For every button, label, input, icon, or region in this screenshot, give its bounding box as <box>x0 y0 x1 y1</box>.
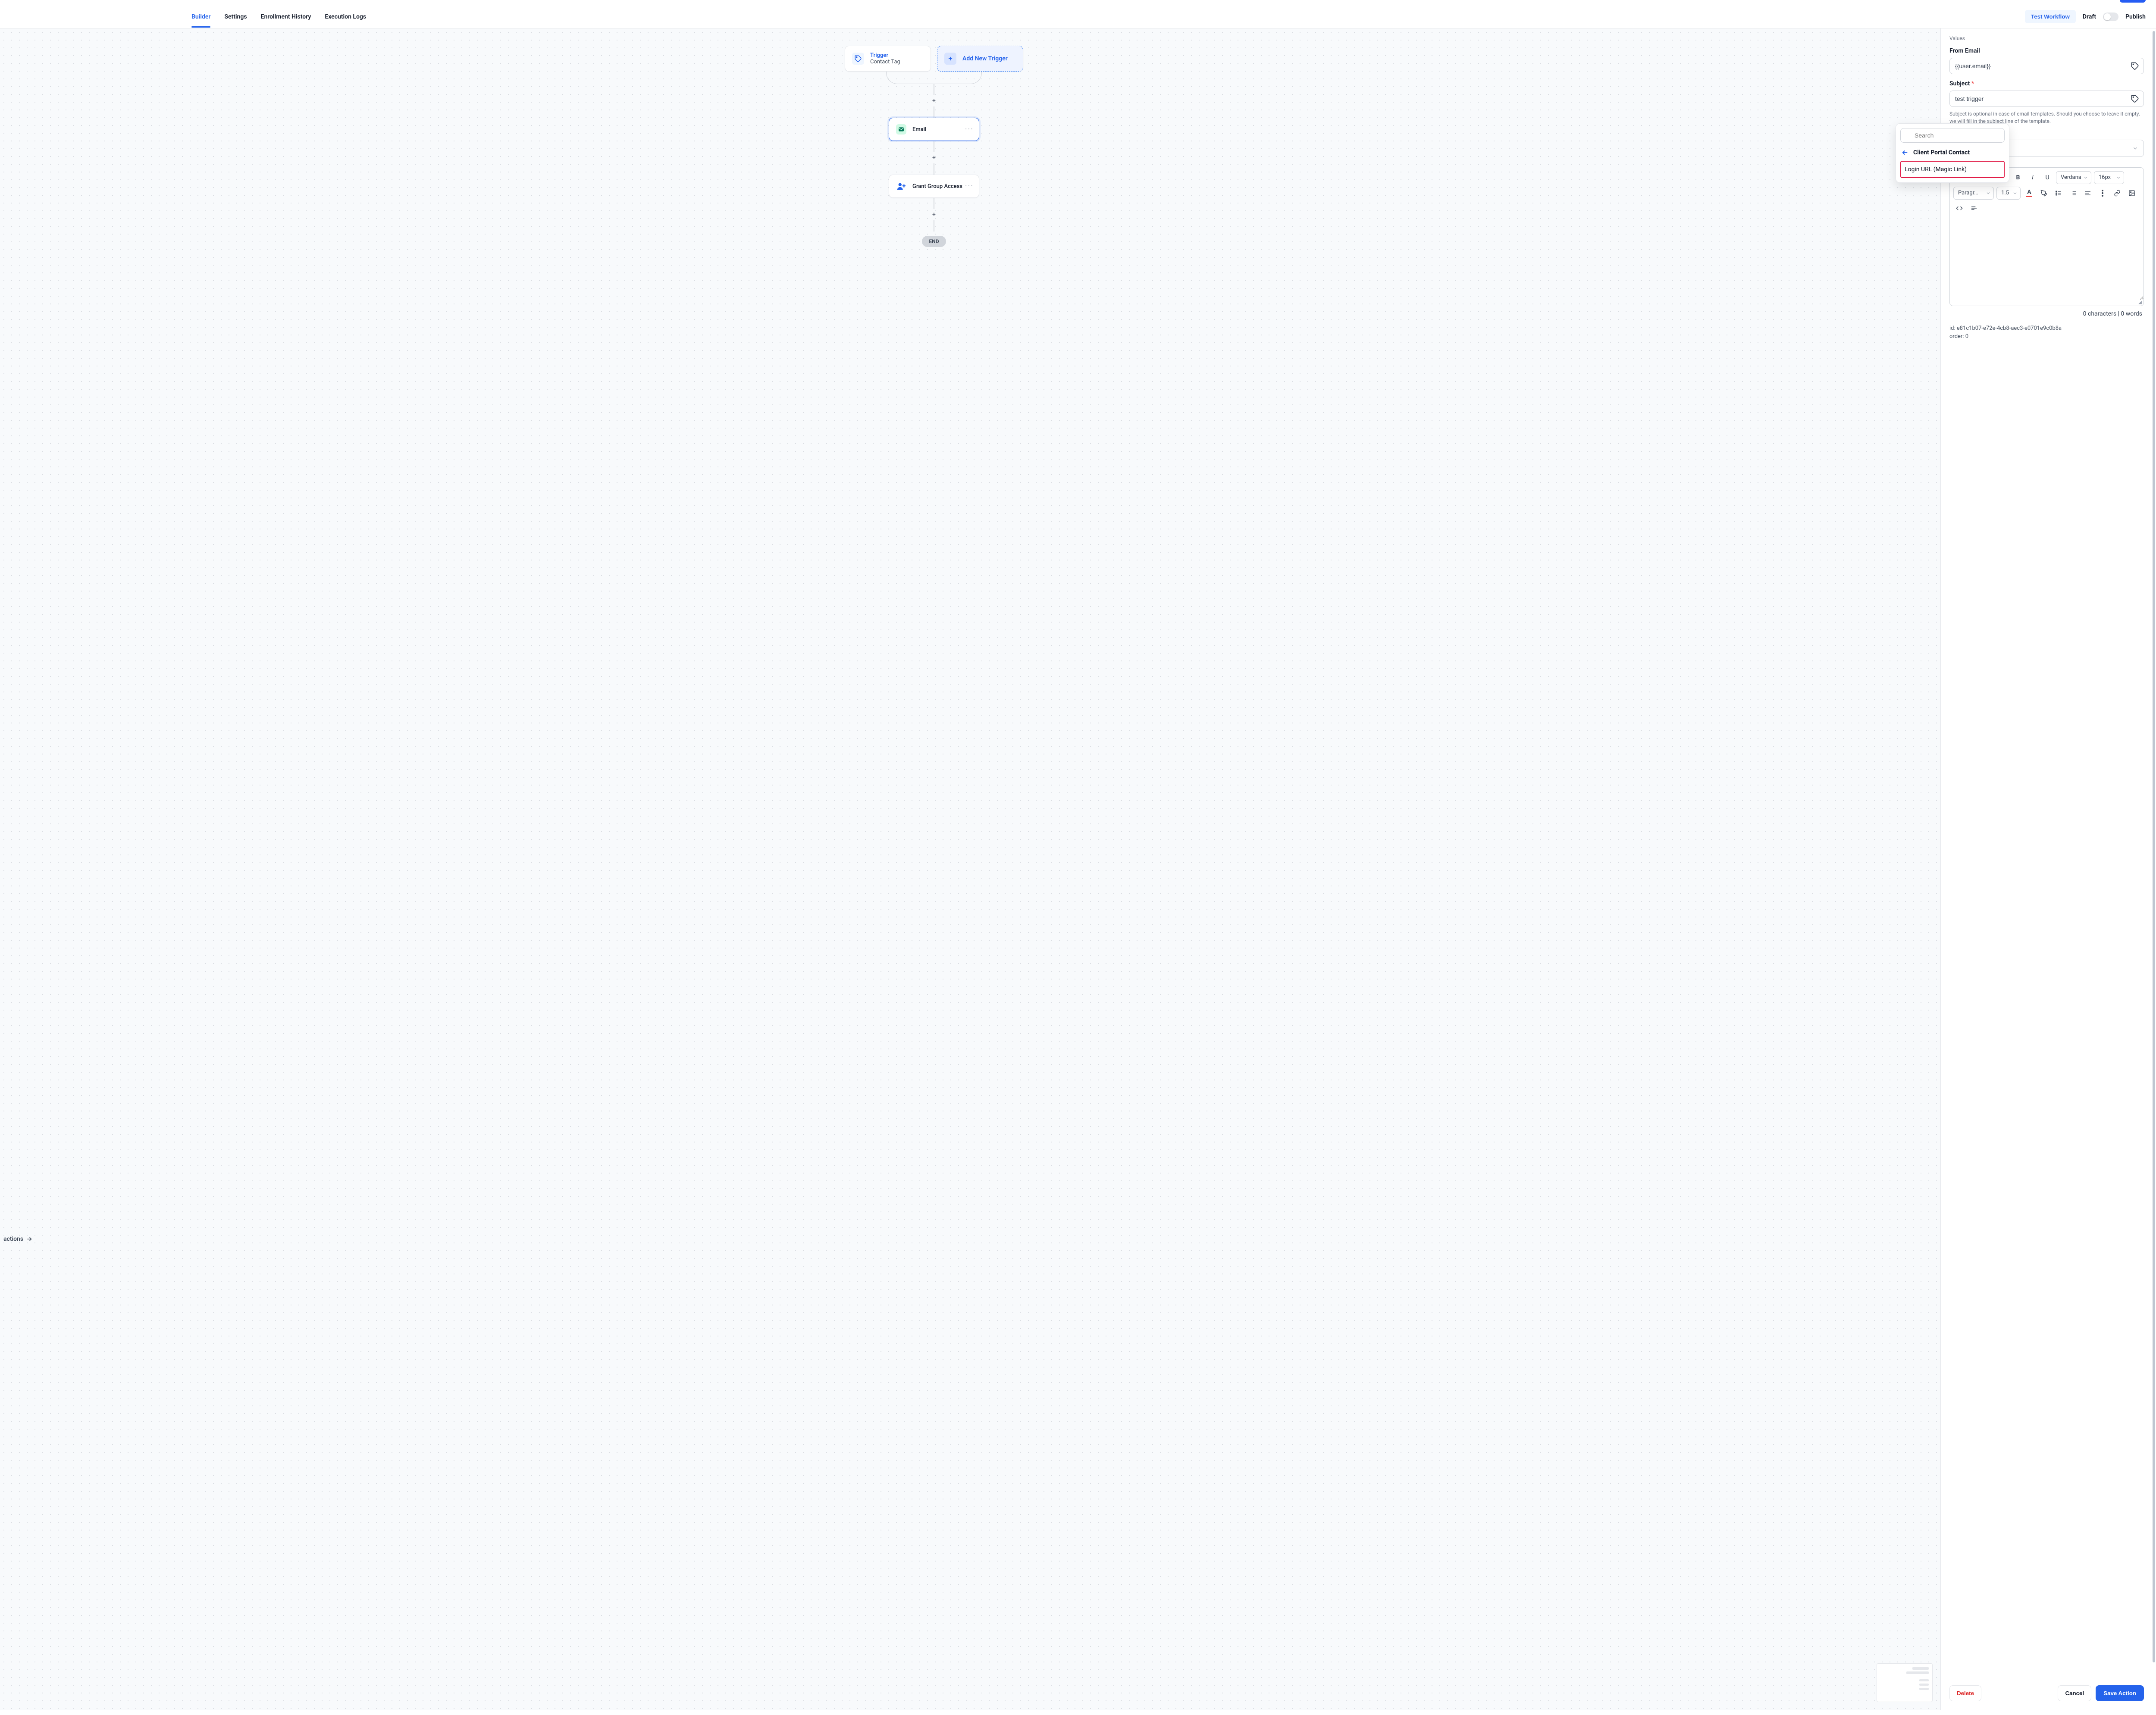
chevron-down-icon <box>2132 145 2138 151</box>
font-size-select[interactable]: 16px <box>2094 171 2124 184</box>
plus-icon <box>944 53 956 65</box>
from-email-input[interactable] <box>1949 58 2144 74</box>
italic-button[interactable]: I <box>2027 172 2039 184</box>
node-grant-group-access[interactable]: Grant Group Access ··· <box>889 175 979 198</box>
popover-breadcrumb-title: Client Portal Contact <box>1913 149 1970 156</box>
node-email-label: Email <box>912 126 926 133</box>
text-color-button[interactable]: A <box>2023 187 2035 199</box>
code-view-button[interactable] <box>1953 202 1965 214</box>
tab-execution-logs[interactable]: Execution Logs <box>325 6 366 27</box>
minimap[interactable] <box>1877 1663 1933 1702</box>
image-button[interactable] <box>2126 187 2138 199</box>
resize-handle-icon[interactable]: ◢ <box>1950 300 2143 306</box>
chevron-down-icon <box>2012 191 2018 196</box>
action-panel: Values From Email Subject * Subject is o… <box>1940 28 2156 1710</box>
panel-footer: Delete Cancel Save Action <box>1941 1678 2156 1710</box>
id-label: id: <box>1949 325 1955 332</box>
publish-toggle[interactable] <box>2103 13 2118 21</box>
add-step-button-3[interactable]: + <box>930 211 938 219</box>
node-grant-group-label: Grant Group Access <box>912 183 962 190</box>
test-workflow-button[interactable]: Test Workflow <box>2025 10 2076 23</box>
node-menu-button[interactable]: ··· <box>965 182 974 191</box>
cancel-button[interactable]: Cancel <box>2058 1685 2091 1701</box>
panel-scrollbar[interactable] <box>2153 31 2155 1662</box>
line-height-select[interactable]: 1.5 <box>1996 187 2021 200</box>
font-family-select[interactable]: Verdana <box>2056 171 2091 184</box>
subject-label: Subject * <box>1949 80 2144 87</box>
tab-settings[interactable]: Settings <box>224 6 247 27</box>
popover-search-input[interactable] <box>1900 128 2005 143</box>
action-meta: id: e81c1b07-e72e-4cb8-aec3-e0701e9c0b8a… <box>1949 325 2144 340</box>
trigger-title: Trigger <box>870 52 900 59</box>
header-right: Test Workflow Draft Publish <box>2025 10 2146 23</box>
draft-label: Draft <box>2083 13 2096 20</box>
rich-text-editor: B I U Verdana 16px Paragr… 1.5 A <box>1949 167 2144 306</box>
workflow-canvas[interactable]: Trigger Contact Tag Add New Trigger + <box>0 28 1940 1710</box>
insert-tag-button[interactable] <box>2129 60 2140 72</box>
chevron-down-icon <box>2116 175 2121 180</box>
arrow-right-icon <box>26 1236 33 1242</box>
from-email-label: From Email <box>1949 47 2144 54</box>
tag-icon <box>852 53 864 65</box>
editor-body[interactable] <box>1950 218 2143 300</box>
publish-label: Publish <box>2125 13 2146 20</box>
popover-back-button[interactable]: Client Portal Contact <box>1900 147 2005 160</box>
more-formatting-button[interactable] <box>2096 187 2109 199</box>
trigger-card[interactable]: Trigger Contact Tag <box>845 46 931 72</box>
canvas-inner: Trigger Contact Tag Add New Trigger + <box>783 46 1085 247</box>
add-new-trigger-button[interactable]: Add New Trigger <box>937 46 1023 72</box>
add-trigger-label: Add New Trigger <box>962 55 1008 62</box>
chevron-down-icon <box>1986 191 1991 196</box>
app-header: Builder Settings Enrollment History Exec… <box>0 5 2156 28</box>
bold-button[interactable]: B <box>2012 172 2024 184</box>
order-value: 0 <box>1965 333 1968 340</box>
tab-builder[interactable]: Builder <box>191 6 210 27</box>
node-menu-button[interactable]: ··· <box>965 125 974 134</box>
add-step-button-2[interactable]: + <box>930 154 938 162</box>
add-step-button-1[interactable]: + <box>930 97 938 105</box>
chevron-down-icon <box>2083 175 2088 180</box>
underline-button[interactable]: U <box>2041 172 2053 184</box>
popover-item-login-url[interactable]: Login URL (Magic Link) <box>1900 161 2005 178</box>
character-word-counter: 0 characters | 0 words <box>1949 306 2144 317</box>
paragraph-style-select[interactable]: Paragr… <box>1953 187 1994 200</box>
trigger-subtitle: Contact Tag <box>870 59 900 65</box>
workspace: Trigger Contact Tag Add New Trigger + <box>0 28 2156 1710</box>
save-action-button[interactable]: Save Action <box>2096 1685 2144 1701</box>
tag-icon <box>2131 94 2139 103</box>
node-email[interactable]: Email ··· <box>889 118 979 141</box>
trigger-row: Trigger Contact Tag Add New Trigger <box>783 46 1085 72</box>
insert-tag-button[interactable] <box>2129 93 2140 104</box>
header-tabs: Builder Settings Enrollment History Exec… <box>191 6 366 27</box>
id-value: e81c1b07-e72e-4cb8-aec3-e0701e9c0b8a <box>1957 325 2062 332</box>
link-button[interactable] <box>2111 187 2123 199</box>
clear-format-button[interactable] <box>1968 202 1980 214</box>
envelope-icon <box>896 124 906 135</box>
tag-icon <box>2131 62 2139 70</box>
ordered-list-button[interactable] <box>2067 187 2079 199</box>
actions-label: actions <box>3 1236 23 1242</box>
end-badge: END <box>922 236 946 247</box>
values-section-label: Values <box>1949 35 2144 41</box>
user-plus-icon <box>896 181 906 191</box>
connector-branch <box>886 71 982 84</box>
arrow-left-icon <box>1901 149 1909 156</box>
tab-enrollment-history[interactable]: Enrollment History <box>261 6 311 27</box>
subject-hint-text: Subject is optional in case of email tem… <box>1949 110 2144 125</box>
actions-drawer-button[interactable]: actions <box>0 1233 36 1245</box>
delete-button[interactable]: Delete <box>1949 1685 1981 1701</box>
unordered-list-button[interactable] <box>2053 187 2065 199</box>
subject-input[interactable] <box>1949 91 2144 107</box>
highlight-color-button[interactable] <box>2038 187 2050 199</box>
order-label: order: <box>1949 333 1964 340</box>
top-accent-bar <box>2120 0 2146 3</box>
align-button[interactable] <box>2082 187 2094 199</box>
custom-values-popover: Client Portal Contact Login URL (Magic L… <box>1896 123 2009 183</box>
